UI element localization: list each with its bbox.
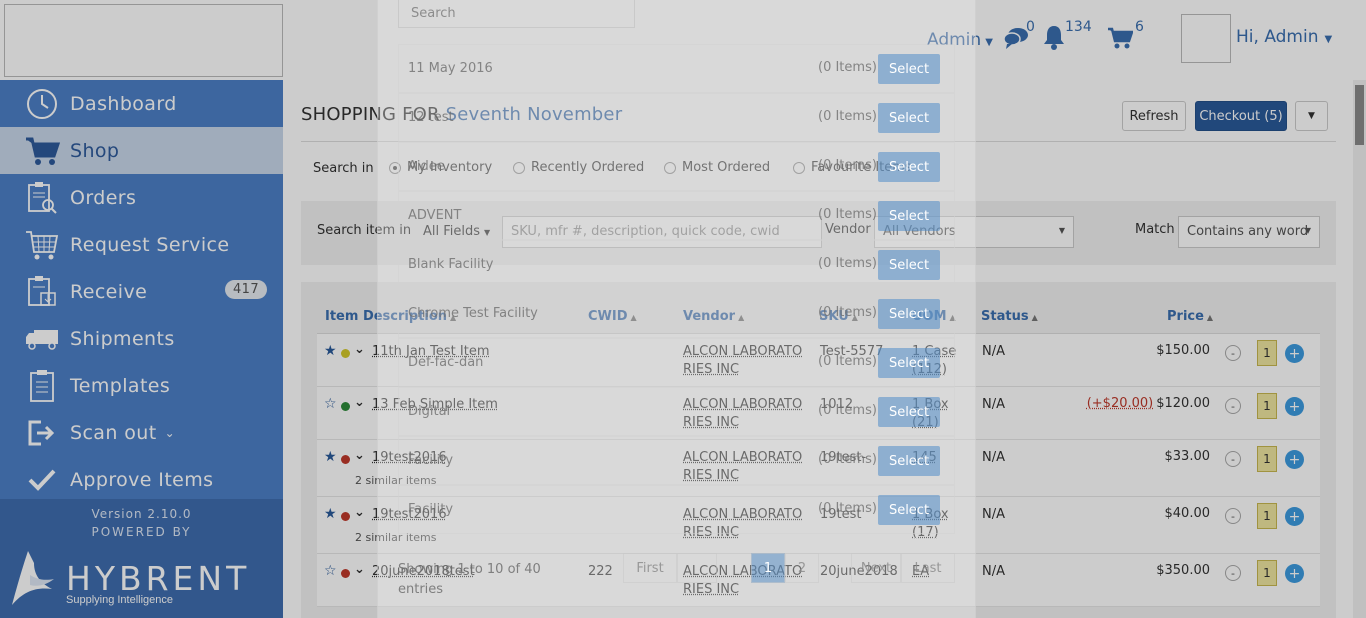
facility-select-button[interactable]: Select xyxy=(878,250,940,280)
facility-select-button[interactable]: Select xyxy=(878,348,940,378)
facility-select-button[interactable]: Select xyxy=(878,397,940,427)
facility-name: Digital xyxy=(408,404,451,419)
facility-name: ADVENT xyxy=(408,208,462,223)
facility-select-button[interactable]: Select xyxy=(878,152,940,182)
modal-search-input[interactable]: Search xyxy=(398,0,635,28)
pager-first-button[interactable]: First xyxy=(623,553,677,583)
facility-list-item: 11 May 2016 (0 Items) Select xyxy=(398,44,955,93)
facility-name: Def-fac-dan xyxy=(408,355,484,370)
facility-name: Facility xyxy=(408,502,454,517)
facility-list-item: Def-fac-dan (0 Items) Select xyxy=(398,338,955,387)
facility-list-item: ADVENT (0 Items) Select xyxy=(398,191,955,240)
facility-select-button[interactable]: Select xyxy=(878,446,940,476)
facility-list-item: Chrome Test Facility (0 Items) Select xyxy=(398,289,955,338)
facility-list-item: Facility (0 Items) Select xyxy=(398,485,955,534)
facility-item-count: (0 Items) xyxy=(818,305,877,320)
pager-previous-button[interactable] xyxy=(677,553,717,583)
facility-name: Chrome Test Facility xyxy=(408,306,538,321)
pager-next-button[interactable]: Next xyxy=(851,553,901,583)
facility-item-count: (0 Items) xyxy=(818,354,877,369)
facility-select-button[interactable]: Select xyxy=(878,495,940,525)
facility-item-count: (0 Items) xyxy=(818,60,877,75)
facility-name: Facility xyxy=(408,453,454,468)
facility-name: Aidee xyxy=(408,159,445,174)
facility-item-count: (0 Items) xyxy=(818,256,877,271)
facility-item-count: (0 Items) xyxy=(818,207,877,222)
facility-list-item: Facility (0 Items) Select xyxy=(398,436,955,485)
facility-name: Blank Facility xyxy=(408,257,494,272)
facility-list-item: Digital (0 Items) Select xyxy=(398,387,955,436)
facility-select-button[interactable]: Select xyxy=(878,54,940,84)
facility-name: 11 May 2016 xyxy=(408,61,493,76)
pagination-info: Showing 1 to 10 of 40 entries xyxy=(398,562,541,597)
facility-item-count: (0 Items) xyxy=(818,403,877,418)
facility-select-button[interactable]: Select xyxy=(878,299,940,329)
pager-last-button[interactable]: Last xyxy=(901,553,955,583)
facility-item-count: (0 Items) xyxy=(818,109,877,124)
pager-page-2[interactable]: 2 xyxy=(785,553,819,583)
facility-list-item: 12 test (0 Items) Select xyxy=(398,93,955,142)
facility-list-item: Blank Facility (0 Items) Select xyxy=(398,240,955,289)
facility-list-item: Aidee (0 Items) Select xyxy=(398,142,955,191)
pager-page-1[interactable]: 1 xyxy=(751,553,785,583)
facility-name: 12 test xyxy=(408,110,454,125)
facility-item-count: (0 Items) xyxy=(818,158,877,173)
facility-item-count: (0 Items) xyxy=(818,501,877,516)
facility-item-count: (0 Items) xyxy=(818,452,877,467)
select-facility-modal: Search 11 May 2016 (0 Items) Select 12 test… xyxy=(377,0,976,618)
facility-select-button[interactable]: Select xyxy=(878,201,940,231)
facility-select-button[interactable]: Select xyxy=(878,103,940,133)
